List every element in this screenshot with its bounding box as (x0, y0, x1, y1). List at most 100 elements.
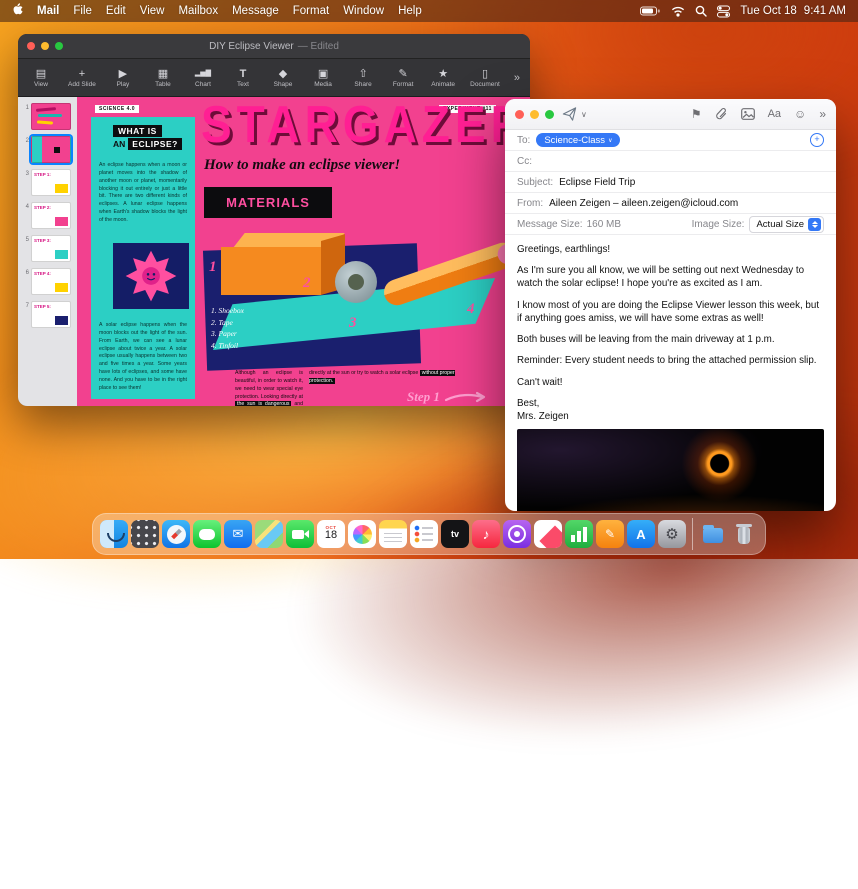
slide-caption-right[interactable]: directly at the sun or try to watch a so… (309, 370, 459, 386)
system-settings-icon[interactable]: ⚙ (658, 520, 686, 548)
trash-icon[interactable] (730, 520, 758, 548)
slide-paragraph-1[interactable]: An eclipse happens when a moon or planet… (99, 162, 187, 224)
slide-sidebar[interactable]: WHAT IS AN ECLIPSE? An eclipse happens wh… (91, 117, 195, 399)
recipient-token[interactable]: Science-Class ∨ (536, 133, 621, 147)
close-button[interactable] (27, 42, 35, 50)
notes-icon[interactable] (379, 520, 407, 548)
menu-message[interactable]: Message (232, 5, 279, 17)
view-icon: ▤ (35, 67, 47, 80)
zoom-button[interactable] (545, 109, 554, 119)
cc-field[interactable]: Cc: (505, 151, 836, 172)
music-icon[interactable]: ♪ (472, 520, 500, 548)
minimize-button[interactable] (41, 42, 49, 50)
menu-file[interactable]: File (73, 5, 92, 17)
calendar-icon[interactable]: OCT 18 (317, 520, 345, 548)
slide-caption-left[interactable]: Although an eclipse is beautiful, in ord… (235, 370, 303, 406)
toolbar-overflow-chevron[interactable]: » (514, 72, 520, 84)
app-store-icon[interactable]: A (627, 520, 655, 548)
menu-mailbox[interactable]: Mailbox (178, 5, 218, 17)
toolbar-format[interactable]: ✎ Format (390, 68, 416, 88)
from-field[interactable]: From: Aileen Zeigen – aileen.zeigen@iclo… (505, 193, 836, 214)
menu-bar-time[interactable]: 9:41 AM (804, 5, 846, 17)
pages-icon[interactable]: ✎ (596, 520, 624, 548)
menu-window[interactable]: Window (343, 5, 384, 17)
toolbar-chart[interactable]: ▂▅▇ Chart (190, 68, 216, 88)
mail-title-bar[interactable]: ∨ ⚑ Aa ☺ » (505, 99, 836, 130)
slide-thumbnail-5[interactable]: STEP 3: (31, 235, 71, 262)
launchpad-icon[interactable] (131, 520, 159, 548)
menu-format[interactable]: Format (293, 5, 329, 17)
emoji-icon[interactable]: ☺ (794, 108, 806, 120)
news-icon[interactable] (534, 520, 562, 548)
menu-help[interactable]: Help (398, 5, 422, 17)
image-size-select[interactable]: Actual Size (749, 215, 824, 233)
slide-paragraph-2[interactable]: A solar eclipse happens when the moon bl… (99, 322, 187, 392)
minimize-button[interactable] (530, 109, 539, 119)
step-1-label[interactable]: Step 1 (407, 389, 488, 405)
format-text-icon[interactable]: Aa (768, 108, 781, 120)
maps-icon[interactable] (255, 520, 283, 548)
menu-view[interactable]: View (140, 5, 165, 17)
toolbar-shape[interactable]: ◆ Shape (270, 68, 296, 88)
reminders-icon[interactable] (410, 520, 438, 548)
materials-list[interactable]: 1. Shoebox 2. Tape 3. Paper 4. Tinfoil (211, 305, 321, 352)
sun-illustration[interactable] (113, 243, 189, 309)
finder-icon[interactable] (100, 520, 128, 548)
toolbar-text[interactable]: T Text (230, 68, 256, 88)
attach-paperclip-icon[interactable] (715, 107, 728, 121)
menu-bar-date[interactable]: Tue Oct 18 (740, 5, 796, 17)
downloads-folder-icon[interactable] (699, 520, 727, 548)
slide-thumbnail-6[interactable]: STEP 4: (31, 268, 71, 295)
battery-icon[interactable] (640, 6, 661, 16)
flag-icon[interactable]: ⚑ (691, 108, 702, 120)
apple-menu[interactable] (12, 3, 23, 19)
messages-icon[interactable] (193, 520, 221, 548)
zoom-button[interactable] (55, 42, 63, 50)
keynote-title-bar[interactable]: DIY Eclipse Viewer — Edited (18, 34, 530, 59)
materials-illustration[interactable]: 1 2 3 4 1. Shoebox 2. Tape 3. Paper 4. T… (202, 219, 530, 371)
slide-subhead[interactable]: How to make an eclipse viewer! (204, 157, 524, 174)
slide-badge-course[interactable]: SCIENCE 4.0 (95, 105, 140, 113)
to-field[interactable]: To: Science-Class ∨ + (505, 130, 836, 151)
slide-thumbnail-4[interactable]: STEP 2: (31, 202, 71, 229)
toolbar-animate[interactable]: ★ Animate (430, 68, 456, 88)
add-recipient-button[interactable]: + (810, 133, 824, 147)
send-options-chevron-icon[interactable]: ∨ (581, 110, 587, 119)
slide-canvas[interactable]: SCIENCE 4.0 EXPERIMENT #11 WHAT IS AN ECL… (77, 97, 530, 406)
toolbar-table[interactable]: ▦ Table (150, 68, 176, 88)
toolbar-add-slide[interactable]: + Add Slide (68, 68, 96, 88)
subject-field[interactable]: Subject: Eclipse Field Trip (505, 172, 836, 193)
more-toolbar-chevron[interactable]: » (819, 107, 826, 121)
toolbar-share[interactable]: ⇧ Share (350, 68, 376, 88)
slide-thumbnail-7[interactable]: STEP 5: (31, 301, 71, 328)
slide-headline[interactable]: STARGAZER (201, 97, 529, 153)
materials-header[interactable]: MATERIALS (204, 187, 332, 218)
send-button[interactable] (562, 107, 577, 121)
facetime-icon[interactable] (286, 520, 314, 548)
menu-edit[interactable]: Edit (106, 5, 126, 17)
close-button[interactable] (515, 109, 524, 119)
message-body[interactable]: Greetings, earthlings! As I'm sure you a… (505, 235, 836, 423)
share-icon: ⇧ (358, 67, 368, 80)
toolbar-document[interactable]: ▯ Document (470, 68, 500, 88)
toolbar-media[interactable]: ▣ Media (310, 68, 336, 88)
slide-number: 5 (25, 237, 29, 243)
menu-app-name[interactable]: Mail (37, 5, 59, 17)
search-icon[interactable] (695, 5, 708, 17)
safari-icon[interactable] (162, 520, 190, 548)
wifi-icon[interactable] (671, 6, 685, 17)
eclipse-photo-attachment[interactable] (517, 429, 824, 511)
slide-thumbnail-3[interactable]: STEP 1: (31, 169, 71, 196)
message-size-label: Message Size: (517, 218, 583, 230)
slide-thumbnail-1[interactable] (31, 103, 71, 130)
toolbar-view[interactable]: ▤ View (28, 68, 54, 88)
tv-icon[interactable]: tv (441, 520, 469, 548)
photos-icon[interactable] (348, 520, 376, 548)
control-center-icon[interactable] (717, 5, 731, 18)
toolbar-play[interactable]: ▶ Play (110, 68, 136, 88)
slide-thumbnail-2-selected[interactable] (31, 136, 71, 163)
podcasts-icon[interactable] (503, 520, 531, 548)
photo-browser-icon[interactable] (740, 108, 755, 120)
mail-icon[interactable]: ✉ (224, 520, 252, 548)
numbers-icon[interactable] (565, 520, 593, 548)
